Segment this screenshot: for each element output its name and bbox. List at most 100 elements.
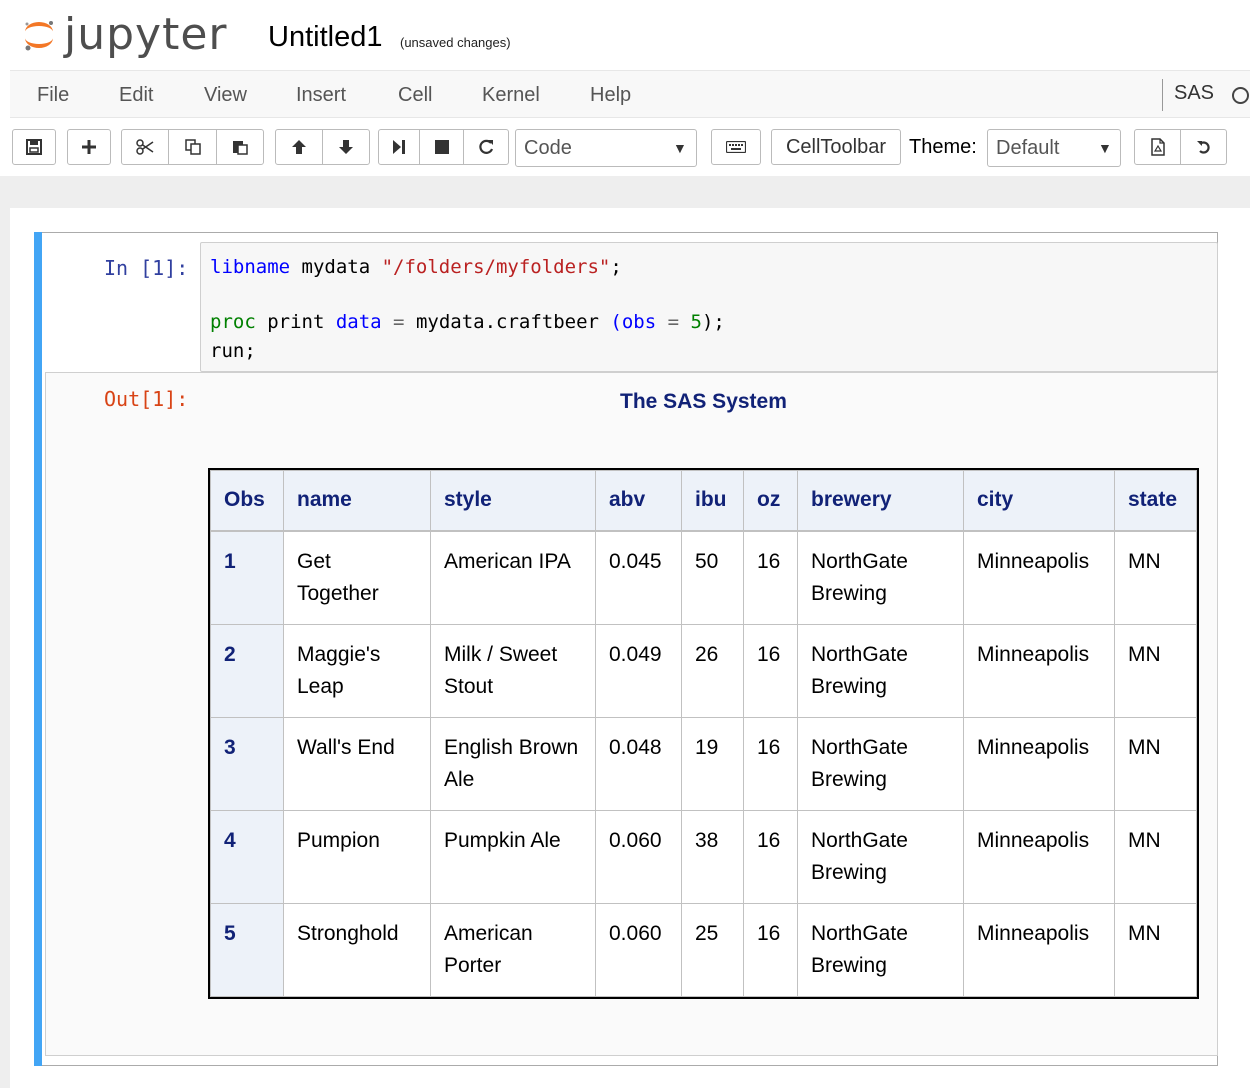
notebook-name[interactable]: Untitled1 [268,18,382,56]
table-cell: Milk / Sweet Stout [430,623,596,718]
code-keyword: obs [621,311,657,333]
sas-output-table: Obs name style abv ibu oz brewery city s… [208,468,1199,999]
sas-output-title: The SAS System [620,390,787,413]
reset-icon [1196,141,1210,154]
table-cell: Stronghold [283,902,431,997]
run-icon [393,140,405,154]
column-header: abv [595,470,682,531]
menu-insert[interactable]: Insert [296,82,346,108]
table-cell: Minneapolis [963,530,1115,625]
cut-icon [136,139,154,155]
obs-cell: 4 [210,809,284,904]
menu-edit[interactable]: Edit [119,82,153,108]
header-bar: jupyter Untitled1 (unsaved changes) [0,0,1250,70]
code-text: print [255,311,336,333]
selected-cell-indicator [34,232,42,1066]
move-up-button[interactable] [275,129,323,165]
table-cell: NorthGate Brewing [797,530,964,625]
table-cell: Maggie's Leap [283,623,431,718]
save-status: (unsaved changes) [400,35,511,50]
code-operator: = [381,311,416,333]
menu-cell[interactable]: Cell [398,82,432,108]
table-cell: 50 [681,530,744,625]
table-cell: 16 [743,902,798,997]
table-cell: Pumpkin Ale [430,809,596,904]
code-line-2: proc print data = mydata.craftbeer (obs … [210,310,725,334]
code-keyword: libname [210,256,291,278]
menu-kernel[interactable]: Kernel [482,82,540,108]
table-cell: 16 [743,623,798,718]
table-row: 3 Wall's End English Brown Ale 0.048 19 16 Nor… [210,716,1197,811]
reset-button[interactable] [1180,129,1227,165]
cell-type-select[interactable]: Code [515,129,697,167]
obs-cell: 3 [210,716,284,811]
paste-button[interactable] [216,129,264,165]
celltoolbar-label: CellToolbar [785,135,887,158]
jupyter-logo-icon [25,21,53,51]
menu-view[interactable]: View [204,82,247,108]
table-cell: 16 [743,716,798,811]
table-cell: MN [1114,623,1197,718]
table-cell: 0.048 [595,716,682,811]
table-cell: 0.045 [595,530,682,625]
save-icon [26,139,42,155]
code-paren: ( [610,311,622,333]
chevron-down-icon: ▼ [673,140,687,156]
cut-button[interactable] [121,129,169,165]
move-down-button[interactable] [322,129,370,165]
code-keyword: data [335,311,382,333]
add-cell-button[interactable] [67,129,111,165]
menu-file[interactable]: File [37,82,69,108]
copy-button[interactable] [168,129,217,165]
table-cell: 19 [681,716,744,811]
paste-icon [233,141,248,155]
restart-icon [479,139,494,154]
command-palette-button[interactable] [711,129,761,165]
table-cell: Minneapolis [963,809,1115,904]
table-cell: 16 [743,809,798,904]
table-cell: 38 [681,809,744,904]
table-cell: 0.060 [595,902,682,997]
obs-cell: 2 [210,623,284,718]
logo-text: jupyter [64,9,228,60]
table-cell: Minneapolis [963,716,1115,811]
menu-help[interactable]: Help [590,82,631,108]
table-cell: NorthGate Brewing [797,623,964,718]
table-cell: American Porter [430,902,596,997]
table-cell: MN [1114,530,1197,625]
table-cell: 16 [743,530,798,625]
restart-button[interactable] [463,129,509,165]
code-line-3: run; [210,340,256,362]
code-text: mydata [290,256,382,278]
table-body: 1 Get Together American IPA 0.045 50 16 NorthG… [210,530,1197,997]
kernel-divider [1162,79,1163,111]
export-button[interactable] [1134,129,1181,165]
table-cell: Wall's End [283,716,431,811]
code-line-1: libname mydata "/folders/myfolders"; [210,255,622,279]
code-text: ); [701,311,725,333]
table-cell: NorthGate Brewing [797,809,964,904]
table-cell: Minneapolis [963,902,1115,997]
run-button[interactable] [378,129,420,165]
theme-value: Default [996,137,1060,159]
export-icon [1150,138,1165,156]
column-header: city [963,470,1115,531]
table-row: 4 Pumpion Pumpkin Ale 0.060 38 16 NorthGate Br… [210,809,1197,904]
code-string: "/folders/myfolders" [381,256,611,278]
column-header: style [430,470,596,531]
theme-label: Theme: [909,136,977,158]
kernel-idle-icon [1232,87,1249,104]
celltoolbar-button[interactable]: CellToolbar [771,129,901,165]
code-operator: = [656,311,691,333]
interrupt-button[interactable] [419,129,464,165]
table-row: 1 Get Together American IPA 0.045 50 16 NorthG… [210,530,1197,625]
table-row: 2 Maggie's Leap Milk / Sweet Stout 0.049 26 1… [210,623,1197,718]
column-header: brewery [797,470,964,531]
table-cell: NorthGate Brewing [797,716,964,811]
kernel-name[interactable]: SAS [1174,82,1214,105]
table-cell: MN [1114,809,1197,904]
jupyter-logo[interactable]: jupyter [22,10,228,60]
chevron-down-icon: ▼ [1098,140,1112,156]
save-button[interactable] [12,129,56,165]
code-number: 5 [690,311,702,333]
